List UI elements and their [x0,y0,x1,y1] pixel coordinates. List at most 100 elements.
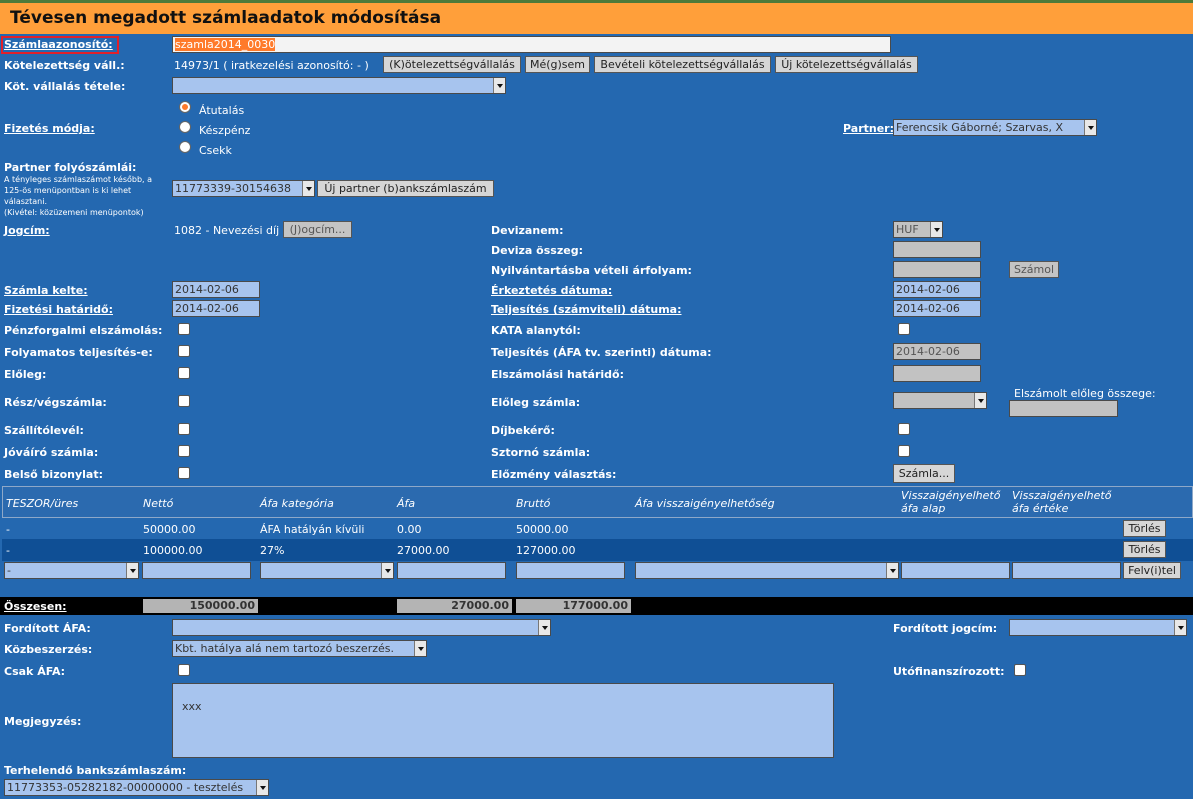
kata-label: KATA alanytól: [491,324,581,337]
megjegyzes-textarea[interactable]: xxx [172,683,834,758]
terhelendo-select[interactable]: 11773353-05282182-00000000 - tesztelés [4,779,269,796]
deviza-osszeg-input[interactable] [893,241,981,258]
col-header-visszaig-alap: Visszaigényelhető áfa alap [901,489,1001,515]
arfolyam-input[interactable] [893,261,981,278]
chevron-down-icon [886,563,898,578]
row2-torles-button[interactable]: Törlés [1123,541,1166,558]
row1-netto: 50000.00 [143,523,196,536]
jovairo-checkbox[interactable] [178,445,190,457]
terhelendo-value: 11773353-05282182-00000000 - tesztelés [7,781,244,794]
utofinanszirozott-checkbox[interactable] [1014,664,1026,676]
new-row-afa-input[interactable] [397,562,506,579]
chevron-down-icon [493,78,505,93]
penzforgalmi-checkbox[interactable] [178,323,190,335]
szamol-button[interactable]: Számol [1009,261,1059,278]
partner-value: Ferencsik Gáborné; Szarvas, X [896,121,1063,134]
resz-vegszamla-label: Rész/végszámla: [4,396,107,409]
elszamolt-eloleg-input[interactable] [1009,400,1118,417]
partner-select[interactable]: Ferencsik Gáborné; Szarvas, X [893,119,1097,136]
col-header-afa-visszaigenyelhetoseg: Áfa visszaigényelhetőség [635,497,775,510]
total-afa: 27000.00 [397,599,512,613]
kata-checkbox[interactable] [898,323,910,335]
folyamatos-checkbox[interactable] [178,345,190,357]
csak-afa-checkbox[interactable] [178,664,190,676]
jogcim-label[interactable]: Jogcím: [4,224,50,237]
teljesites-afa-input[interactable]: 2014-02-06 [893,343,981,360]
payment-option-keszpenz: Készpénz [199,124,251,137]
new-row-netto-input[interactable] [142,562,251,579]
new-row-teszor-select[interactable]: - [4,562,139,579]
payment-radio-csekk[interactable] [179,141,191,153]
szamla-kelte-input[interactable]: 2014-02-06 [172,281,260,298]
erkeztetes-datuma-input[interactable]: 2014-02-06 [893,281,981,298]
eloleg-checkbox[interactable] [178,367,190,379]
kot-vallalas-tetele-label: Köt. vállalás tétele: [4,80,126,93]
sztorno-checkbox[interactable] [898,445,910,457]
chevron-down-icon [538,620,550,635]
belso-bizonylat-checkbox[interactable] [178,467,190,479]
partner-folyoszamla-select[interactable]: 11773339-30154638 [172,180,315,197]
uj-partner-bankszamla-button[interactable]: Új partner (b)ankszámlaszám [317,180,494,197]
new-row-visszaig-alap-input[interactable] [901,562,1010,579]
partner-note-4: (Kivétel: közüzemeni menüpontok) [4,208,144,217]
chevron-down-icon [1084,120,1096,135]
new-row-visszaig-ertek-input[interactable] [1012,562,1121,579]
kotelezettsegvallalas-button[interactable]: (K)ötelezettségvállalás [383,56,521,73]
row1-afa: 0.00 [397,523,422,536]
partner-folyoszamlai-label: Partner folyószámlái: [4,161,137,174]
megsem-button[interactable]: Mé(g)sem [525,56,590,73]
new-row-afa-kategoria-select[interactable] [260,562,394,579]
teljesites-szamviteli-input[interactable]: 2014-02-06 [893,300,981,317]
payment-radio-keszpenz[interactable] [179,121,191,133]
dijbekero-checkbox[interactable] [898,423,910,435]
forditott-jogcim-label: Fordított jogcím: [893,622,998,635]
fizetesi-hatarido-input[interactable]: 2014-02-06 [172,300,260,317]
partner-label[interactable]: Partner: [843,122,894,135]
forditott-afa-select[interactable] [172,619,551,636]
teljesites-szamviteli-label[interactable]: Teljesítés (számviteli) dátuma: [491,303,682,316]
row2-afa-kategoria: 27% [260,544,285,557]
chevron-down-icon [1174,620,1186,635]
szamlaazonosito-value: szamla2014_0030 [175,38,276,51]
row1-teszor: - [6,523,10,536]
kot-vallalas-tetele-select[interactable] [172,77,506,94]
szamla-kelte-label[interactable]: Számla kelte: [4,284,88,297]
uj-kotelezettsegvallalas-button[interactable]: Új kötelezettségvállalás [775,56,918,73]
chevron-down-icon [414,641,426,656]
fizetes-modja-label[interactable]: Fizetés módja: [4,122,95,135]
felvitel-button[interactable]: Felv(i)tel [1123,562,1181,579]
szamlaazonosito-input[interactable]: szamla2014_0030 [172,36,891,53]
col-header-brutto: Bruttó [516,497,551,510]
fizetesi-hatarido-label[interactable]: Fizetési határidő: [4,303,113,316]
kozbeszerzes-label: Közbeszerzés: [4,643,93,656]
elszamolasi-hatarido-input[interactable] [893,365,981,382]
folyamatos-label: Folyamatos teljesítés-e: [4,346,153,359]
jovairo-label: Jóváíró számla: [4,446,99,459]
partner-note-3: választani. [4,197,48,206]
payment-option-csekk: Csekk [199,144,232,157]
beveteli-kotelezettsegvallalas-button[interactable]: Bevételi kötelezettségvállalás [594,56,771,73]
jogcim-button[interactable]: (J)ogcím... [283,221,352,238]
row1-brutto: 50000.00 [516,523,569,536]
forditott-jogcim-select[interactable] [1009,619,1187,636]
col-header-visszaig-ertek: Visszaigényelhető áfa értéke [1012,489,1112,515]
jogcim-value: 1082 - Nevezési díj [174,224,280,237]
erkeztetes-datuma-label[interactable]: Érkeztetés dátuma: [491,284,612,297]
col-header-afa-kategoria: Áfa kategória [260,497,334,510]
row2-netto: 100000.00 [143,544,203,557]
szallitolevel-checkbox[interactable] [178,423,190,435]
penzforgalmi-label: Pénzforgalmi elszámolás: [4,324,163,337]
resz-vegszamla-checkbox[interactable] [178,395,190,407]
sztorno-label: Sztornó számla: [491,446,591,459]
devizanem-select[interactable]: HUF [893,221,943,238]
new-row-brutto-input[interactable] [516,562,625,579]
szamla-button[interactable]: Számla... [893,464,955,483]
total-netto: 150000.00 [143,599,258,613]
row1-torles-button[interactable]: Törlés [1123,520,1166,537]
new-row-afa-visszaig-select[interactable] [635,562,899,579]
kozbeszerzes-select[interactable]: Kbt. hatálya alá nem tartozó beszerzés. [172,640,427,657]
partner-note-2: 125-ös menüpontban is ki lehet [4,186,132,195]
eloleg-szamla-select[interactable] [893,392,987,409]
payment-radio-atutalas[interactable] [179,101,191,113]
total-brutto: 177000.00 [516,599,631,613]
